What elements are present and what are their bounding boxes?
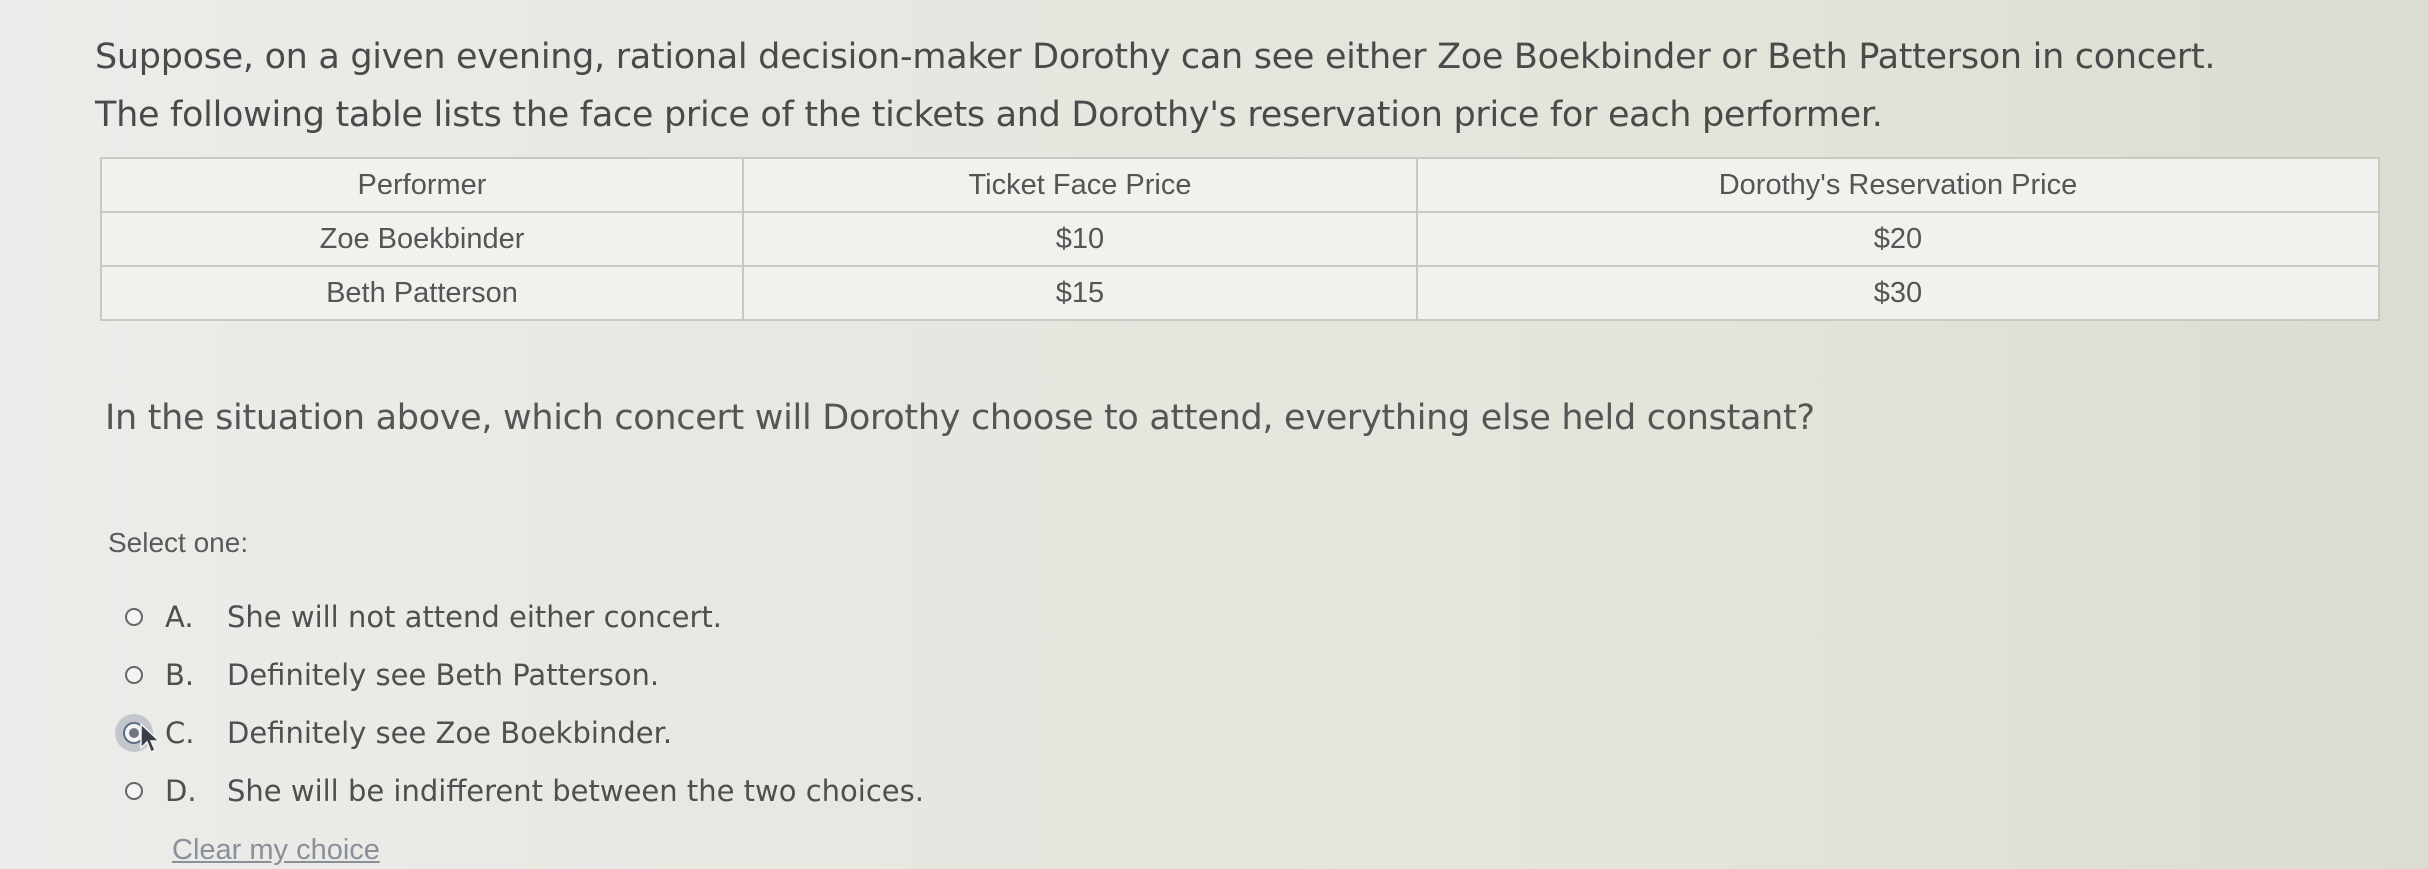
radio-button-a[interactable] — [125, 608, 143, 626]
intro-line-1: Suppose, on a given evening, rational de… — [95, 37, 2216, 77]
column-header-reservation-price: Dorothy's Reservation Price — [1416, 157, 2380, 213]
option-label: Definitely see Beth Patterson. — [227, 658, 660, 692]
table-cell: $30 — [1416, 265, 2380, 321]
table-cell: $15 — [742, 265, 1418, 321]
option-label: She will not attend either concert. — [227, 600, 723, 634]
table-cell: Beth Patterson — [100, 265, 744, 321]
option-label: Definitely see Zoe Boekbinder. — [227, 716, 673, 750]
intro-line-2: The following table lists the face price… — [95, 95, 1883, 135]
column-header-performer: Performer — [100, 157, 744, 213]
table-row: Beth Patterson $15 $30 — [100, 265, 2380, 321]
option-letter: C. — [165, 716, 195, 750]
quiz-page: Suppose, on a given evening, rational de… — [0, 0, 2428, 869]
option-label: She will be indifferent between the two … — [227, 774, 924, 808]
radio-button-d[interactable] — [125, 782, 143, 800]
answer-options: A. She will not attend either concert. B… — [123, 588, 924, 820]
table-cell: $20 — [1416, 211, 2380, 267]
column-header-face-price: Ticket Face Price — [742, 157, 1418, 213]
question-intro: Suppose, on a given evening, rational de… — [95, 28, 2395, 144]
table-cell: $10 — [742, 211, 1418, 267]
option-c[interactable]: C. Definitely see Zoe Boekbinder. — [123, 704, 924, 762]
table-header-row: Performer Ticket Face Price Dorothy's Re… — [100, 157, 2380, 213]
clear-choice-link[interactable]: Clear my choice — [172, 834, 380, 867]
price-table: Performer Ticket Face Price Dorothy's Re… — [100, 157, 2380, 321]
mouse-pointer-icon — [140, 723, 161, 754]
table-cell: Zoe Boekbinder — [100, 211, 744, 267]
option-b[interactable]: B. Definitely see Beth Patterson. — [125, 646, 924, 704]
option-letter: D. — [165, 774, 197, 808]
option-a[interactable]: A. She will not attend either concert. — [125, 588, 924, 646]
select-one-prompt: Select one: — [108, 527, 249, 558]
option-d[interactable]: D. She will be indifferent between the t… — [125, 762, 924, 820]
table-row: Zoe Boekbinder $10 $20 — [100, 211, 2380, 267]
radio-button-b[interactable] — [125, 666, 143, 684]
question-text: In the situation above, which concert wi… — [105, 398, 1815, 438]
option-letter: B. — [165, 658, 195, 692]
option-letter: A. — [165, 600, 194, 634]
